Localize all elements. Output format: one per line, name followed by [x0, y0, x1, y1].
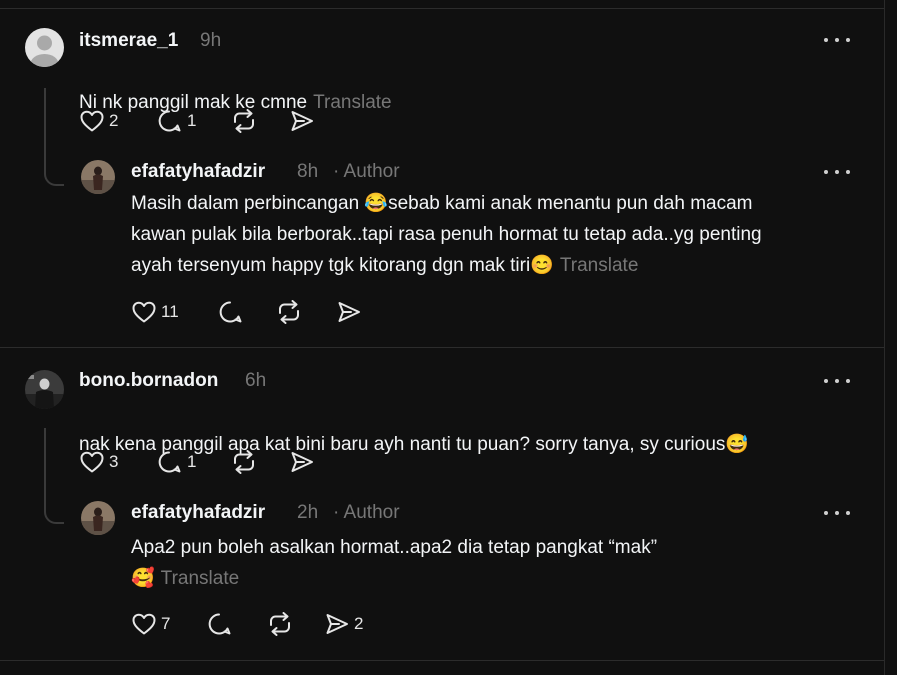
comment-bubble-icon	[219, 301, 242, 323]
comment-bubble-icon	[158, 110, 181, 132]
heart-icon	[132, 301, 156, 323]
username[interactable]: efafatyhafadzir	[131, 502, 265, 524]
repost-button[interactable]	[231, 448, 257, 476]
author-badge: · Author	[333, 161, 400, 182]
share-count: 2	[354, 614, 364, 633]
repost-icon	[234, 450, 254, 474]
share-button[interactable]	[336, 298, 362, 326]
like-count: 11	[161, 302, 179, 321]
right-edge-line	[884, 0, 885, 675]
comment-bubble-icon	[158, 451, 181, 473]
like-button[interactable]: 2	[79, 107, 118, 135]
more-dots-icon[interactable]	[824, 167, 850, 177]
more-dots-icon[interactable]	[824, 508, 850, 518]
action-bar: 2 1	[79, 107, 339, 135]
share-button[interactable]	[289, 448, 315, 476]
more-dots-icon[interactable]	[824, 35, 850, 45]
repost-button[interactable]	[276, 298, 302, 326]
reply-thread-line	[44, 428, 64, 524]
reply-count: 1	[187, 111, 197, 130]
more-dots-icon[interactable]	[824, 376, 850, 386]
smiling-emoji: 😊	[530, 255, 554, 276]
username[interactable]: efafatyhafadzir	[131, 161, 265, 183]
avatar[interactable]	[25, 370, 64, 409]
reply-button[interactable]: 1	[157, 448, 196, 476]
reply-button[interactable]	[207, 610, 233, 638]
action-bar: 3 1	[79, 448, 339, 476]
like-count: 7	[161, 614, 171, 633]
reply-thread-line	[44, 88, 64, 186]
bottom-divider	[0, 660, 884, 661]
reply-count: 1	[187, 452, 197, 471]
share-arrow-icon	[291, 111, 313, 131]
avatar[interactable]	[25, 28, 64, 67]
grinning-sweat-emoji: 😅	[725, 434, 750, 455]
translate-link[interactable]: Translate	[161, 568, 240, 589]
avatar[interactable]	[81, 160, 115, 194]
timestamp: 6h	[245, 370, 267, 391]
heart-icon	[80, 110, 104, 132]
heart-icon	[80, 451, 104, 473]
username[interactable]: itsmerae_1	[79, 30, 178, 52]
repost-button[interactable]	[231, 107, 257, 135]
share-button[interactable]	[289, 107, 315, 135]
comment-itsmerae: itsmerae_1 9h Ni nk panggil mak ke cmne T…	[0, 0, 884, 347]
repost-icon	[270, 612, 290, 636]
timestamp: 9h	[200, 30, 222, 51]
like-button[interactable]: 7	[131, 610, 170, 638]
like-count: 3	[109, 452, 119, 471]
share-arrow-icon	[326, 614, 348, 634]
comment-bono: bono.bornadon 6h nak kena panggil apa ka…	[0, 348, 884, 660]
reply-text: Masih dalam perbincangan 😂sebab kami ana…	[131, 193, 762, 276]
reply-button[interactable]: 1	[157, 107, 196, 135]
timestamp: 2h	[297, 502, 319, 523]
share-arrow-icon	[338, 302, 360, 322]
reply-button[interactable]	[218, 298, 244, 326]
like-count: 2	[109, 111, 119, 130]
timestamp: 8h	[297, 161, 319, 182]
like-button[interactable]: 11	[131, 298, 179, 326]
like-button[interactable]: 3	[79, 448, 118, 476]
share-button[interactable]: 2	[324, 610, 363, 638]
avatar[interactable]	[81, 501, 115, 535]
comment-bubble-icon	[208, 613, 231, 635]
repost-icon	[234, 109, 254, 133]
heart-icon	[132, 613, 156, 635]
action-bar: 7 2	[131, 610, 371, 638]
repost-button[interactable]	[267, 610, 293, 638]
reply-text: Apa2 pun boleh asalkan hormat..apa2 dia …	[131, 537, 658, 589]
translate-link[interactable]: Translate	[560, 255, 639, 276]
username[interactable]: bono.bornadon	[79, 370, 218, 392]
author-badge: · Author	[333, 502, 400, 523]
repost-icon	[279, 300, 299, 324]
laughing-emoji: 😂	[364, 193, 389, 214]
action-bar: 11	[131, 298, 371, 326]
smiling-hearts-emoji: 🥰	[131, 568, 155, 589]
share-arrow-icon	[291, 452, 313, 472]
